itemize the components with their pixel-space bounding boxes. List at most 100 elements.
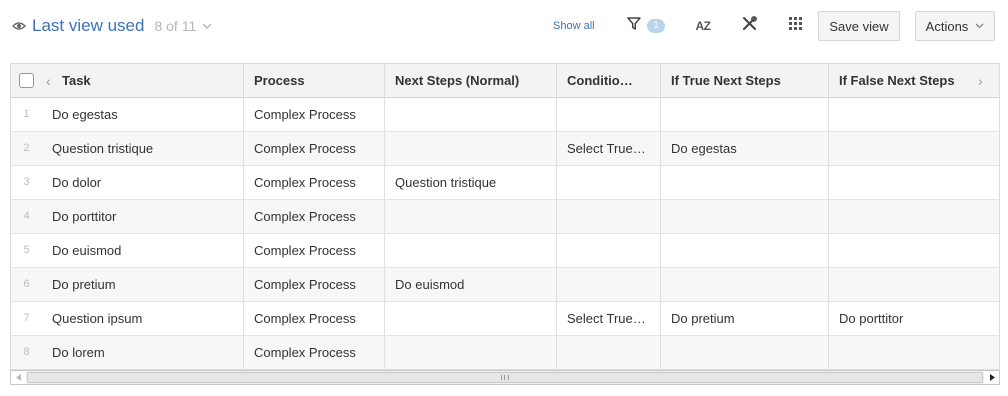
table-row[interactable]: 6 Do pretium Complex Process Do euismod	[11, 268, 999, 302]
cell-if-true[interactable]: Do pretium	[661, 302, 829, 335]
columns-button[interactable]	[784, 16, 806, 36]
cell-condition[interactable]	[557, 98, 661, 131]
row-number: 7	[23, 312, 30, 324]
column-header-if-false[interactable]: If False Next Steps	[829, 64, 999, 98]
column-header-process[interactable]: Process	[244, 64, 385, 98]
cell-if-true[interactable]	[661, 200, 829, 233]
table-row[interactable]: 8 Do lorem Complex Process	[11, 336, 999, 369]
view-selector[interactable]: Last view used 8 of 11	[12, 14, 212, 38]
cell-next-steps[interactable]	[385, 98, 557, 131]
cell-next-steps[interactable]	[385, 200, 557, 233]
view-name[interactable]: Last view used	[32, 16, 144, 36]
select-all-checkbox[interactable]	[19, 73, 34, 88]
cell-if-true[interactable]	[661, 234, 829, 267]
sort-button[interactable]: AZ	[690, 16, 716, 36]
cell-if-false[interactable]	[829, 132, 999, 165]
cell-process[interactable]: Complex Process	[244, 98, 385, 131]
cell-condition[interactable]	[557, 166, 661, 199]
row-number: 6	[23, 278, 30, 290]
cell-condition[interactable]: Select True…	[557, 132, 661, 165]
cell-if-true[interactable]	[661, 336, 829, 369]
column-header-condition[interactable]: Conditio…	[557, 64, 661, 98]
cell-if-true[interactable]: Do egestas	[661, 132, 829, 165]
cell-if-false[interactable]	[829, 234, 999, 267]
row-number: 8	[23, 346, 30, 358]
cell-process[interactable]: Complex Process	[244, 336, 385, 369]
wrench-screwdriver-icon	[742, 16, 757, 36]
cell-condition[interactable]	[557, 336, 661, 369]
cell-condition[interactable]	[557, 234, 661, 267]
cell-next-steps[interactable]: Do euismod	[385, 268, 557, 301]
cell-process[interactable]: Complex Process	[244, 234, 385, 267]
cell-if-false[interactable]	[829, 268, 999, 301]
filter-button[interactable]: 1	[623, 16, 669, 36]
header-row: ‹ Task Process Next Steps (Normal) Condi…	[11, 64, 999, 98]
chevron-down-icon[interactable]	[202, 23, 212, 30]
table-row[interactable]: 1 Do egestas Complex Process	[11, 98, 999, 132]
row-number: 2	[23, 142, 30, 154]
filter-icon	[627, 17, 641, 35]
cell-next-steps[interactable]: Question tristique	[385, 166, 557, 199]
cell-condition[interactable]	[557, 200, 661, 233]
cell-process[interactable]: Complex Process	[244, 302, 385, 335]
cell-task[interactable]: Do porttitor	[42, 200, 244, 233]
cell-next-steps[interactable]	[385, 302, 557, 335]
column-header-task[interactable]: Task	[42, 64, 244, 98]
cell-condition[interactable]	[557, 268, 661, 301]
cell-task[interactable]: Do euismod	[42, 234, 244, 267]
cell-if-false[interactable]	[829, 98, 999, 131]
tools-button[interactable]	[738, 16, 760, 36]
row-number: 3	[23, 176, 30, 188]
table-row[interactable]: 7 Question ipsum Complex Process Select Tru…	[11, 302, 999, 336]
cell-task[interactable]: Do pretium	[42, 268, 244, 301]
row-number: 4	[23, 210, 30, 222]
data-grid: ‹ Task Process Next Steps (Normal) Condi…	[10, 63, 1000, 370]
save-view-button[interactable]: Save view	[818, 11, 900, 41]
scroll-columns-right-icon[interactable]: ›	[978, 64, 983, 98]
cell-task[interactable]: Question tristique	[42, 132, 244, 165]
caret-right-icon[interactable]	[984, 371, 999, 384]
table-row[interactable]: 4 Do porttitor Complex Process	[11, 200, 999, 234]
cell-if-false[interactable]	[829, 336, 999, 369]
cell-if-false[interactable]	[829, 200, 999, 233]
column-header-if-true[interactable]: If True Next Steps	[661, 64, 829, 98]
table-row[interactable]: 3 Do dolor Complex Process Question tristiq…	[11, 166, 999, 200]
eye-icon	[12, 21, 26, 31]
column-header-next-steps[interactable]: Next Steps (Normal)	[385, 64, 557, 98]
cell-process[interactable]: Complex Process	[244, 132, 385, 165]
cell-next-steps[interactable]	[385, 336, 557, 369]
cell-if-true[interactable]	[661, 268, 829, 301]
save-view-label: Save view	[829, 18, 889, 34]
cell-process[interactable]: Complex Process	[244, 200, 385, 233]
cell-process[interactable]: Complex Process	[244, 268, 385, 301]
cell-task[interactable]: Question ipsum	[42, 302, 244, 335]
table-row[interactable]: 5 Do euismod Complex Process	[11, 234, 999, 268]
cell-condition[interactable]: Select True…	[557, 302, 661, 335]
cell-task[interactable]: Do dolor	[42, 166, 244, 199]
cell-task[interactable]: Do egestas	[42, 98, 244, 131]
chevron-down-icon	[975, 23, 984, 29]
cell-if-true[interactable]	[661, 166, 829, 199]
view-count: 8 of 11	[154, 18, 197, 34]
cell-if-false[interactable]	[829, 166, 999, 199]
grip-icon	[501, 375, 509, 380]
actions-label: Actions	[925, 18, 969, 34]
horizontal-scrollbar[interactable]	[10, 370, 1000, 385]
cell-next-steps[interactable]	[385, 132, 557, 165]
row-number: 5	[23, 244, 30, 256]
cell-task[interactable]: Do lorem	[42, 336, 244, 369]
columns-grid-icon	[788, 17, 802, 35]
show-all-link[interactable]: Show all	[553, 20, 595, 32]
sort-az-icon: AZ	[695, 19, 712, 33]
row-number: 1	[23, 108, 30, 120]
cell-if-true[interactable]	[661, 98, 829, 131]
actions-button[interactable]: Actions	[915, 11, 995, 41]
filter-count-badge: 1	[647, 19, 665, 33]
toolbar: Last view used 8 of 11 Show all 1 AZ Sav…	[0, 0, 1008, 52]
scrollbar-thumb[interactable]	[27, 372, 983, 383]
table-row[interactable]: 2 Question tristique Complex Process Select…	[11, 132, 999, 166]
cell-if-false[interactable]: Do porttitor	[829, 302, 999, 335]
caret-left-icon[interactable]	[11, 371, 26, 384]
cell-process[interactable]: Complex Process	[244, 166, 385, 199]
cell-next-steps[interactable]	[385, 234, 557, 267]
